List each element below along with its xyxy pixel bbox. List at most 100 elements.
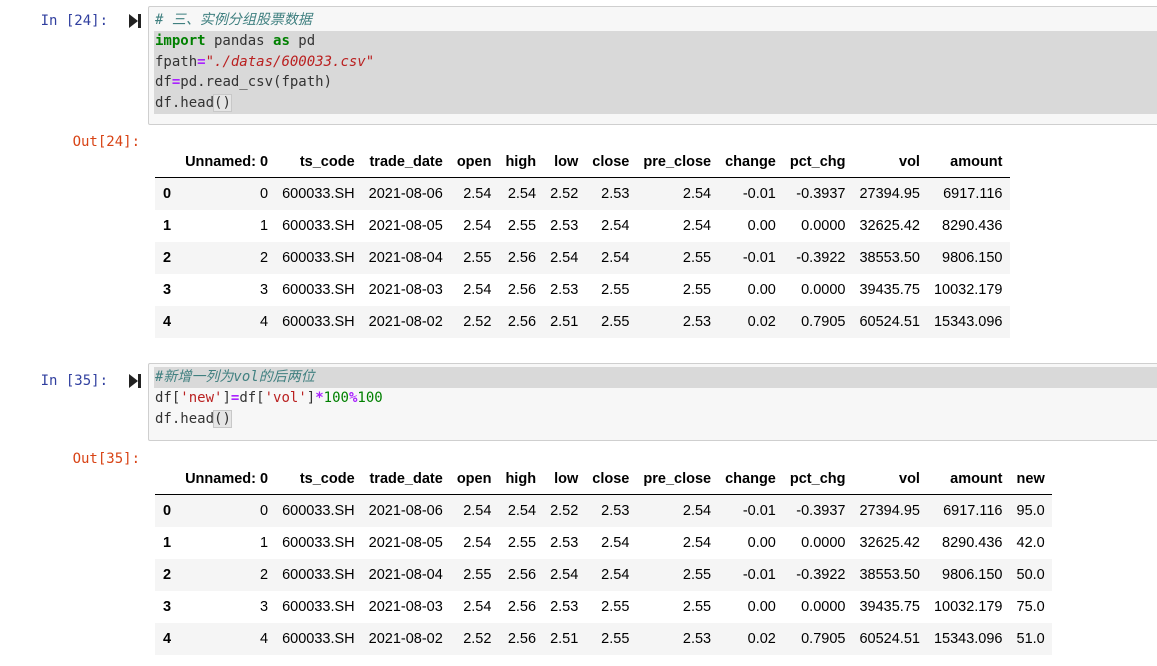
- table-cell: 600033.SH: [282, 599, 355, 615]
- table-cell: 4: [260, 314, 269, 330]
- table-cell: 2.55: [601, 314, 630, 330]
- table-cell: 2.55: [507, 218, 537, 234]
- table-cell: 15343.096: [933, 631, 1003, 647]
- table-cell: 2.54: [463, 599, 492, 615]
- table-cell: 10032.179: [933, 599, 1003, 615]
- column-header: pre_close: [636, 464, 719, 495]
- table-cell: 600033.SH: [282, 250, 355, 266]
- row-index: 3: [163, 282, 172, 298]
- code-keyword: import: [155, 32, 206, 49]
- table-row: 1 1 600033.SH 2021-08-05 2.54 2.55 2.53 2.54 2.5…: [155, 527, 1052, 559]
- table-cell: 2: [260, 567, 269, 583]
- table-cell: 10032.179: [933, 282, 1003, 298]
- table-cell: 9806.150: [942, 567, 1003, 583]
- code-line: # 三、实例分组股票数据: [155, 10, 1157, 31]
- input-prompt: In [24]:: [40, 13, 108, 29]
- table-cell: 2.54: [682, 535, 712, 551]
- table-cell: 60524.51: [859, 314, 920, 330]
- table-cell: 32625.42: [859, 218, 920, 234]
- table-cell: 2.53: [601, 503, 630, 519]
- table-cell: -0.01: [742, 567, 776, 583]
- row-index: 0: [163, 186, 172, 202]
- table-cell: 9806.150: [942, 250, 1003, 266]
- code-text: df.head: [155, 410, 215, 427]
- table-cell: 6917.116: [943, 186, 1003, 202]
- table-cell: 2.55: [601, 282, 630, 298]
- code-line: df['new']=df['vol']*100%100: [155, 388, 1157, 409]
- table-cell: 2.56: [507, 567, 537, 583]
- table-cell: 2.53: [682, 314, 712, 330]
- table-cell: 8290.436: [942, 535, 1003, 551]
- column-header: change: [718, 147, 783, 178]
- input-prompt: In [35]:: [40, 373, 108, 389]
- run-cell-icon[interactable]: [128, 13, 142, 29]
- table-cell: 2.52: [463, 314, 492, 330]
- table-cell: 0.7905: [801, 631, 846, 647]
- table-cell: 2.54: [601, 218, 630, 234]
- column-header: [155, 464, 179, 495]
- table-cell: 2.52: [463, 631, 492, 647]
- code-text: pd.read_csv(fpath): [180, 74, 333, 91]
- table-cell: 32625.42: [859, 535, 920, 551]
- table-cell: 600033.SH: [282, 567, 355, 583]
- table-cell: 2.54: [507, 186, 537, 202]
- column-header: amount: [926, 464, 1010, 495]
- code-input-cell[interactable]: #新增一列为vol的后两位 df['new']=df['vol']*100%10…: [148, 363, 1157, 441]
- table-cell: 15343.096: [933, 314, 1003, 330]
- column-header: change: [718, 464, 783, 495]
- code-string: 'vol': [264, 389, 307, 406]
- table-cell: 2.56: [507, 282, 537, 298]
- code-text: ]: [306, 389, 316, 406]
- table-cell: 2.54: [550, 567, 579, 583]
- table-cell: 2.53: [550, 282, 579, 298]
- table-cell: 2.54: [550, 250, 579, 266]
- table-cell: 51.0: [1016, 631, 1045, 647]
- table-cell: 2.53: [550, 535, 579, 551]
- table-cell: 2.54: [601, 250, 630, 266]
- table-cell: 2021-08-06: [368, 186, 443, 202]
- table-cell: 2.54: [682, 218, 712, 234]
- column-header: pct_chg: [782, 147, 853, 178]
- code-input-cell[interactable]: # 三、实例分组股票数据 import pandas as pd fpath="…: [148, 6, 1157, 125]
- run-cell-icon[interactable]: [128, 373, 142, 389]
- table-cell: 2.54: [682, 503, 712, 519]
- row-index: 3: [163, 599, 172, 615]
- dataframe-table: Unnamed: 0 ts_code trade_date open high low cl…: [155, 147, 1010, 338]
- column-header: pre_close: [636, 147, 719, 178]
- table-cell: 2.55: [682, 599, 712, 615]
- table-cell: 2.53: [550, 599, 579, 615]
- code-operator: *: [315, 389, 324, 406]
- code-comment: #新增一列为vol的后两位: [155, 369, 315, 385]
- table-cell: -0.3937: [796, 186, 846, 202]
- table-cell: 39435.75: [859, 282, 920, 298]
- table-cell: -0.3922: [796, 250, 846, 266]
- matched-paren: (): [213, 409, 232, 428]
- code-text: pd: [289, 32, 316, 49]
- column-header: high: [498, 464, 544, 495]
- column-header: open: [449, 464, 499, 495]
- table-cell: 2.54: [601, 567, 630, 583]
- table-cell: 27394.95: [859, 503, 920, 519]
- table-cell: 3: [260, 599, 269, 615]
- table-cell: -0.3937: [796, 503, 846, 519]
- table-cell: 2.54: [463, 218, 492, 234]
- table-cell: -0.01: [742, 503, 776, 519]
- column-header: high: [498, 147, 544, 178]
- table-cell: 2.53: [550, 218, 579, 234]
- code-line: df=pd.read_csv(fpath): [154, 72, 1157, 94]
- table-cell: 0.0000: [801, 599, 846, 615]
- table-cell: 600033.SH: [282, 535, 355, 551]
- table-cell: 600033.SH: [282, 218, 355, 234]
- code-line: df.head(): [154, 93, 1157, 114]
- table-cell: 2.55: [682, 250, 712, 266]
- table-cell: 2.53: [601, 186, 630, 202]
- code-keyword: as: [273, 32, 290, 49]
- output-prompt: Out[24]:: [72, 134, 140, 150]
- row-index: 2: [163, 567, 172, 583]
- table-row: 0 0 600033.SH 2021-08-06 2.54 2.54 2.52 2.53 2.5…: [155, 177, 1010, 210]
- table-cell: 2.55: [682, 567, 712, 583]
- table-row: 2 2 600033.SH 2021-08-04 2.55 2.56 2.54 2.54 2.5…: [155, 242, 1010, 274]
- row-index: 4: [163, 314, 172, 330]
- column-header: ts_code: [275, 464, 362, 495]
- table-cell: 2.56: [507, 599, 537, 615]
